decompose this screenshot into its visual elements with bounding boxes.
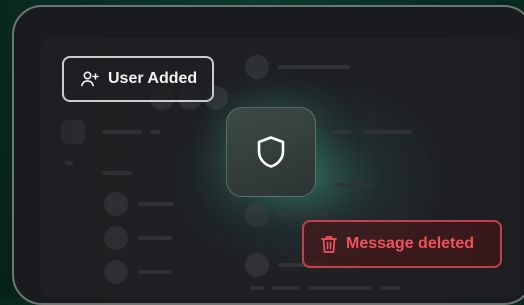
placeholder-line xyxy=(138,270,172,274)
placeholder-line xyxy=(138,202,174,206)
shield-icon xyxy=(256,135,286,169)
placeholder-line xyxy=(272,286,300,290)
message-deleted-toast[interactable]: Message deleted xyxy=(302,220,502,268)
placeholder-line xyxy=(308,286,372,290)
placeholder-line xyxy=(65,161,73,165)
placeholder-line xyxy=(380,286,400,290)
placeholder-avatar xyxy=(104,260,128,284)
trash-icon xyxy=(320,234,338,254)
user-plus-icon xyxy=(80,69,100,89)
placeholder-avatar xyxy=(61,120,85,144)
placeholder-line xyxy=(332,130,352,134)
user-added-label: User Added xyxy=(108,70,198,87)
placeholder-line xyxy=(364,130,412,134)
placeholder-line xyxy=(278,65,350,69)
placeholder-line xyxy=(335,183,371,187)
user-added-toast[interactable]: User Added xyxy=(62,56,214,102)
placeholder-avatar xyxy=(245,55,269,79)
message-deleted-label: Message deleted xyxy=(346,235,475,252)
placeholder-avatar xyxy=(245,253,269,277)
placeholder-avatar xyxy=(104,192,128,216)
placeholder-line xyxy=(102,171,132,175)
placeholder-line xyxy=(250,286,264,290)
placeholder-line xyxy=(150,130,160,134)
placeholder-line xyxy=(278,213,328,217)
placeholder-avatar xyxy=(245,203,269,227)
placeholder-line xyxy=(138,236,172,240)
placeholder-line xyxy=(102,130,142,134)
shield-tile xyxy=(226,107,316,197)
placeholder-avatar xyxy=(104,226,128,250)
